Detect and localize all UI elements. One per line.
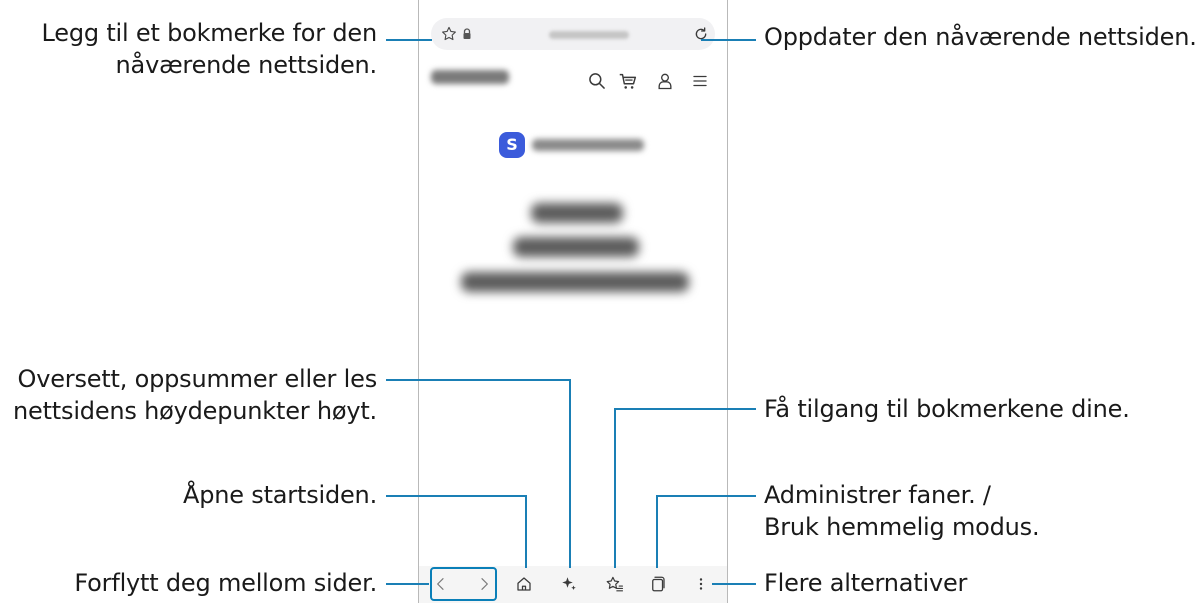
star-outline-icon[interactable] xyxy=(440,25,458,43)
leader-ai-tools-v xyxy=(569,379,571,568)
hero-headline-line2 xyxy=(513,237,639,257)
leader-bookmarks-h xyxy=(614,408,756,410)
cart-icon[interactable] xyxy=(617,70,639,92)
callout-tabs-line2: Bruk hemmelig modus. xyxy=(764,513,1040,541)
forward-icon[interactable] xyxy=(476,576,492,592)
account-icon[interactable] xyxy=(655,70,675,92)
leader-tabs-v xyxy=(656,495,658,568)
tabs-icon[interactable] xyxy=(649,575,667,593)
callout-bookmarks: Få tilgang til bokmerkene dine. xyxy=(764,395,1130,423)
home-icon[interactable] xyxy=(515,575,533,593)
leader-bookmarks-v xyxy=(614,408,616,568)
leader-refresh xyxy=(701,39,756,41)
browser-screen: S xyxy=(418,0,728,603)
bookmarks-icon[interactable] xyxy=(605,575,624,594)
callout-bookmark-add-line2: nåværende nettsiden. xyxy=(115,51,378,79)
app-badge: S xyxy=(499,132,525,158)
leader-bookmark-add xyxy=(386,39,432,41)
hero-headline-line3 xyxy=(461,272,689,292)
site-logo[interactable] xyxy=(431,70,509,84)
callout-refresh: Oppdater den nåværende nettsiden. xyxy=(764,23,1197,51)
callout-bookmark-add: Legg til et bokmerke for den nåværende n… xyxy=(42,17,378,81)
leader-tabs-h xyxy=(656,495,756,497)
callout-tabs: Administrer faner. / Bruk hemmelig modus… xyxy=(764,479,1040,543)
leader-navigate xyxy=(386,583,429,585)
callout-home: Åpne startsiden. xyxy=(183,481,377,509)
callout-ai-tools-line1: Oversett, oppsummer eller les xyxy=(17,365,378,393)
callout-ai-tools-line2: nettsidens høydepunkter høyt. xyxy=(13,397,377,425)
lock-icon xyxy=(463,28,471,39)
leader-home-h xyxy=(386,495,527,497)
callout-bookmark-add-line1: Legg til et bokmerke for den xyxy=(41,19,378,47)
address-bar[interactable] xyxy=(431,18,715,50)
callout-more: Flere alternativer xyxy=(764,569,968,597)
ai-sparkle-icon[interactable] xyxy=(560,575,578,593)
url-text[interactable] xyxy=(549,31,629,39)
callout-ai-tools: Oversett, oppsummer eller les nettsidens… xyxy=(13,363,377,427)
leader-ai-tools-h xyxy=(386,379,571,381)
search-icon[interactable] xyxy=(587,71,607,91)
leader-more xyxy=(712,583,756,585)
more-vert-icon[interactable] xyxy=(695,575,707,593)
hero-brand-name xyxy=(532,139,644,151)
callout-navigate: Forflytt deg mellom sider. xyxy=(74,569,377,597)
callout-tabs-line1: Administrer faner. / xyxy=(764,481,991,509)
hero-headline-line1 xyxy=(531,203,623,223)
back-icon[interactable] xyxy=(433,576,449,592)
menu-icon[interactable] xyxy=(691,72,709,90)
leader-home-v xyxy=(525,495,527,568)
